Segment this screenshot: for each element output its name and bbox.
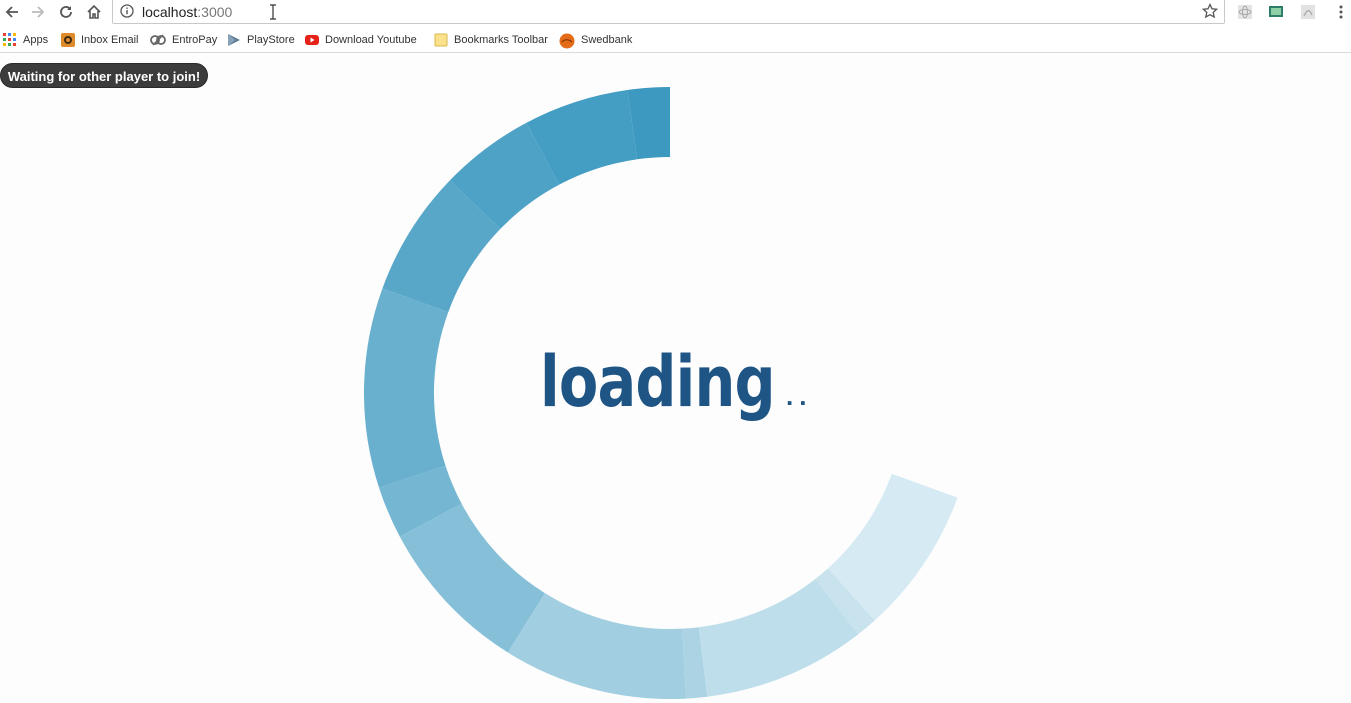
- spinner-segment: [364, 288, 449, 488]
- loading-dots: ..: [786, 381, 813, 411]
- loading-label: loading: [540, 341, 776, 423]
